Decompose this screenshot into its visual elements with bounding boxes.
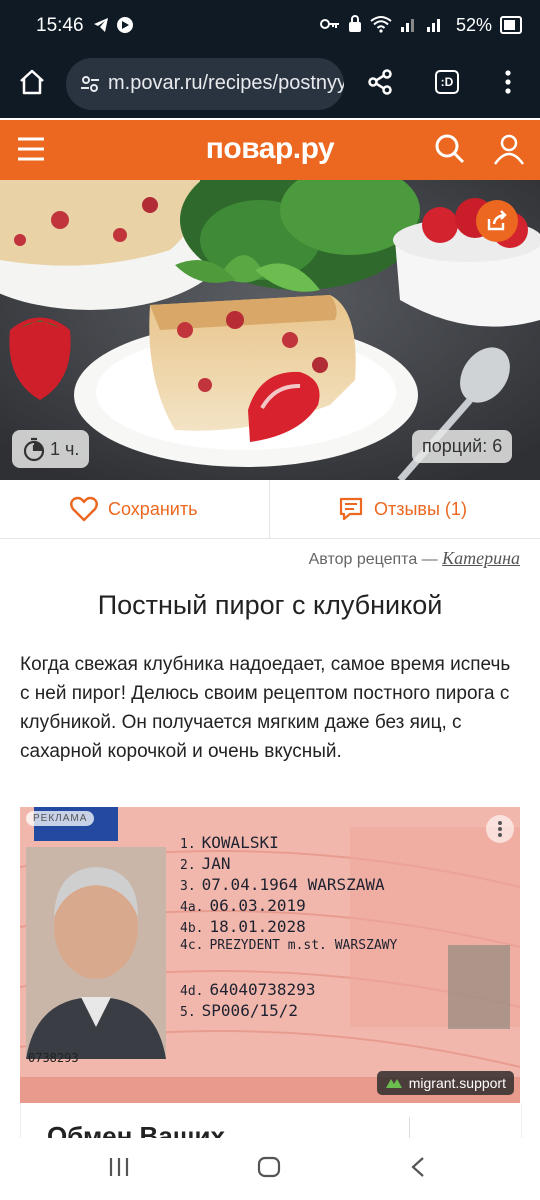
home-icon[interactable] [18, 68, 46, 96]
id-hologram-photo [448, 945, 510, 1029]
share-arrow-icon [487, 210, 507, 231]
heart-icon [70, 496, 98, 522]
author-name-link[interactable]: Катерина [442, 548, 520, 568]
comment-icon [339, 497, 363, 521]
ad-badge: РЕКЛАМА [26, 811, 95, 826]
notification-icons [92, 16, 134, 34]
recipe-hero-image: 1 ч. порций: 6 [0, 180, 540, 480]
url-text: m.povar.ru/recipes/postnyy_pirog_s_klubn… [108, 72, 344, 94]
status-bar: 15:46 52% [0, 0, 540, 54]
portions-value: порций: 6 [422, 436, 503, 456]
license-line-2: 2. JAN [180, 854, 231, 873]
system-navigation-bar [0, 1138, 540, 1200]
license-line-3: 3. 07.04.1964 WARSZAWA [180, 875, 385, 894]
search-icon[interactable] [434, 133, 466, 165]
license-line-4b: 4b. 18.01.2028 [180, 917, 306, 936]
key-icon [320, 19, 339, 29]
status-time: 15:46 [36, 15, 84, 36]
license-line-4a: 4a. 06.03.2019 [180, 896, 306, 915]
recipe-actions: Сохранить Отзывы (1) [0, 480, 540, 539]
lock-icon [349, 15, 361, 32]
battery-icon [500, 16, 522, 34]
cooking-time-badge: 1 ч. [12, 430, 90, 468]
license-side-number: 0738293 [28, 1051, 79, 1065]
recipe-title: Постный пирог с клубникой [97, 590, 443, 620]
system-icons [320, 15, 444, 33]
license-line-5: 5. SP006/15/2 [180, 1001, 298, 1020]
advertisement-banner[interactable]: 1. KOWALSKI 2. JAN 3. 07.04.1964 WARSZAWA 4… [20, 807, 520, 1103]
tab-switcher-button[interactable]: :D [435, 70, 459, 94]
recipe-description: Когда свежая клубника надоедает, самое в… [20, 654, 511, 762]
battery-level: 52% [455, 15, 492, 35]
license-line-4c: 4c. PREZYDENT m.st. WARSZAWY [180, 938, 398, 953]
url-bar[interactable]: m.povar.ru/recipes/postnyy_pirog_s_klubn… [66, 58, 344, 110]
portions-badge: порций: 6 [412, 430, 513, 463]
timer-icon [23, 437, 45, 462]
id-photo [26, 847, 166, 1059]
author-prefix: Автор рецепта — [308, 551, 438, 568]
reviews-button[interactable]: Отзывы (1) [338, 480, 467, 538]
license-line-1: 1. KOWALSKI [180, 833, 279, 852]
license-line-4d: 4d. 64040738293 [180, 980, 316, 999]
save-label: Сохранить [108, 498, 198, 519]
browser-toolbar: m.povar.ru/recipes/postnyy_pirog_s_klubn… [0, 54, 540, 118]
actions-divider [269, 480, 270, 538]
app-notification-icon [117, 17, 133, 33]
more-vertical-icon [498, 821, 502, 837]
user-profile-icon[interactable] [492, 132, 526, 166]
telegram-icon [94, 18, 108, 32]
signal-icon [401, 19, 414, 32]
ad-card-separator [409, 1117, 410, 1139]
home-nav-icon[interactable] [257, 1156, 281, 1178]
license-line-blank [180, 959, 397, 980]
share-icon[interactable] [366, 68, 394, 96]
more-menu-icon[interactable] [498, 68, 518, 96]
recent-apps-icon[interactable] [108, 1156, 130, 1178]
back-nav-icon[interactable] [410, 1156, 426, 1178]
ad-card-text[interactable]: Обмен Ваших [20, 1103, 522, 1140]
cooking-time-value: 1 ч. [50, 438, 80, 459]
ad-source-label[interactable]: migrant.support [376, 1071, 514, 1095]
site-header: повар.ру [0, 120, 540, 180]
ad-source-logo-icon [385, 1079, 402, 1088]
site-settings-icon[interactable] [80, 74, 100, 94]
signal-icon-2 [427, 19, 440, 32]
save-button[interactable]: Сохранить [70, 480, 197, 538]
wifi-icon [370, 16, 392, 33]
ad-options-button[interactable] [486, 815, 514, 843]
share-recipe-button[interactable] [476, 200, 518, 242]
ad-source-text: migrant.support [408, 1075, 506, 1091]
recipe-author: Автор рецепта — Катерина [309, 548, 520, 569]
license-text: 1. KOWALSKI 2. JAN 3. 07.04.1964 WARSZAWA 4… [180, 833, 397, 1022]
reviews-label: Отзывы (1) [374, 498, 467, 519]
person-portrait [26, 847, 166, 1059]
